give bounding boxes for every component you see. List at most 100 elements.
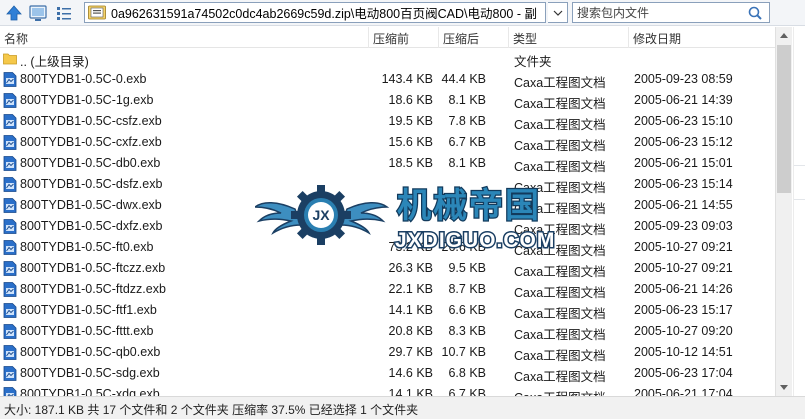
file-name: 800TYDB1-0.5C-ftdzz.exb [20, 282, 166, 296]
folder-icon [3, 53, 17, 65]
table-row[interactable]: 800TYDB1-0.5C-ftczz.exb 26.3 KB 9.5 KB C… [0, 258, 775, 279]
modified-date: 2005-10-27 09:20 [634, 324, 733, 338]
exb-file-icon [3, 198, 17, 213]
uncompressed-size: 29.7 KB [388, 345, 433, 359]
file-name: 800TYDB1-0.5C-fttt.exb [20, 324, 154, 338]
column-name[interactable]: 名称 [4, 30, 28, 47]
chevron-up-icon [780, 33, 788, 38]
compressed-size: 8.1 KB [448, 93, 486, 107]
exb-file-icon [3, 177, 17, 192]
compressed-size: 6.8 KB [448, 366, 486, 380]
modified-date: 2005-06-21 15:01 [634, 156, 733, 170]
file-name: 800TYDB1-0.5C-csfz.exb [20, 114, 162, 128]
column-uncompressed-size[interactable]: 压缩前 [373, 30, 409, 47]
divider [794, 165, 805, 166]
modified-date: 2005-09-23 09:03 [634, 219, 733, 233]
archive-window: 0a962631591a74502c0dc4ab2669c59d.zip\电动8… [0, 0, 805, 419]
file-type: Caxa工程图文档 [514, 349, 606, 363]
column-compressed-size[interactable]: 压缩后 [443, 30, 479, 47]
modified-date: 2005-06-23 15:10 [634, 114, 733, 128]
compressed-size: 8.1 KB [448, 156, 486, 170]
file-name: 800TYDB1-0.5C-0.exb [20, 72, 147, 86]
table-row[interactable]: 800TYDB1-0.5C-1g.exb 18.6 KB 8.1 KB Caxa… [0, 90, 775, 111]
column-modified-date[interactable]: 修改日期 [633, 30, 681, 47]
address-bar[interactable]: 0a962631591a74502c0dc4ab2669c59d.zip\电动8… [84, 2, 546, 23]
compressed-size: 44.4 KB [441, 72, 486, 86]
search-icon[interactable] [747, 5, 763, 21]
compressed-size: 9.5 KB [448, 261, 486, 275]
compressed-size: 8.3 KB [448, 324, 486, 338]
column-divider[interactable] [508, 27, 509, 48]
uncompressed-size: 18.5 KB [388, 156, 433, 170]
chevron-down-icon [553, 10, 562, 16]
vertical-scrollbar[interactable] [775, 27, 792, 396]
uncompressed-size: 26.3 KB [388, 261, 433, 275]
uncompressed-size: 22.1 KB [388, 282, 433, 296]
column-divider[interactable] [368, 27, 369, 48]
search-input[interactable] [573, 3, 743, 22]
up-arrow-icon[interactable] [4, 3, 24, 23]
column-divider[interactable] [438, 27, 439, 48]
uncompressed-size: 15.6 KB [388, 135, 433, 149]
uncompressed-size: 14.1 KB [388, 303, 433, 317]
scroll-down-button[interactable] [776, 379, 792, 396]
modified-date: 2005-09-23 08:59 [634, 72, 733, 86]
file-name: 800TYDB1-0.5C-ft0.exb [20, 240, 154, 254]
logo-badge-text: JX [312, 207, 330, 223]
watermark-logo: JX 机械帝国 JXDIGUO.COM [252, 177, 571, 254]
file-name: .. (上级目录) [20, 55, 89, 69]
modified-date: 2005-06-21 17:04 [634, 387, 733, 396]
table-row[interactable]: 800TYDB1-0.5C-fttt.exb 20.8 KB 8.3 KB Ca… [0, 321, 775, 342]
file-type: Caxa工程图文档 [514, 387, 606, 396]
file-type: Caxa工程图文档 [514, 286, 606, 300]
file-type: Caxa工程图文档 [514, 76, 606, 90]
exb-file-icon [3, 282, 17, 297]
scroll-up-button[interactable] [776, 27, 792, 44]
winged-gear-logo: JX 机械帝国 JXDIGUO.COM [252, 185, 556, 254]
column-divider[interactable] [628, 27, 629, 48]
address-dropdown-button[interactable] [548, 2, 568, 23]
file-name: 800TYDB1-0.5C-sdg.exb [20, 366, 160, 380]
exb-file-icon [3, 72, 17, 87]
desktop-icon[interactable] [28, 3, 48, 23]
uncompressed-size: 143.4 KB [381, 72, 433, 86]
table-row[interactable]: 800TYDB1-0.5C-0.exb 143.4 KB 44.4 KB Cax… [0, 69, 775, 90]
table-row[interactable]: 800TYDB1-0.5C-ftf1.exb 14.1 KB 6.6 KB Ca… [0, 300, 775, 321]
file-type: Caxa工程图文档 [514, 97, 606, 111]
table-row[interactable]: 800TYDB1-0.5C-csfz.exb 19.5 KB 7.8 KB Ca… [0, 111, 775, 132]
compressed-size: 8.7 KB [448, 282, 486, 296]
table-row[interactable]: .. (上级目录) 文件夹 [0, 48, 775, 69]
file-name: 800TYDB1-0.5C-ftf1.exb [20, 303, 157, 317]
file-type: Caxa工程图文档 [514, 370, 606, 384]
modified-date: 2005-06-23 15:17 [634, 303, 733, 317]
file-name: 800TYDB1-0.5C-dxfz.exb [20, 219, 163, 233]
uncompressed-size: 14.1 KB [388, 387, 433, 396]
exb-file-icon [3, 135, 17, 150]
list-view-icon[interactable] [54, 3, 74, 23]
address-path: 0a962631591a74502c0dc4ab2669c59d.zip\电动8… [111, 7, 537, 21]
file-type: Caxa工程图文档 [514, 307, 606, 321]
exb-file-icon [3, 261, 17, 276]
table-row[interactable]: 800TYDB1-0.5C-sdg.exb 14.6 KB 6.8 KB Cax… [0, 363, 775, 384]
scroll-thumb[interactable] [777, 45, 791, 193]
exb-file-icon [3, 219, 17, 234]
exb-file-icon [3, 114, 17, 129]
file-name: 800TYDB1-0.5C-1g.exb [20, 93, 154, 107]
table-row[interactable]: 800TYDB1-0.5C-db0.exb 18.5 KB 8.1 KB Cax… [0, 153, 775, 174]
column-type[interactable]: 类型 [513, 30, 537, 47]
file-type: Caxa工程图文档 [514, 328, 606, 342]
file-name: 800TYDB1-0.5C-db0.exb [20, 156, 161, 170]
file-type: Caxa工程图文档 [514, 160, 606, 174]
file-name: 800TYDB1-0.5C-ftczz.exb [20, 261, 166, 275]
search-box[interactable] [572, 2, 770, 23]
uncompressed-size: 18.6 KB [388, 93, 433, 107]
compressed-size: 10.7 KB [441, 345, 486, 359]
table-row[interactable]: 800TYDB1-0.5C-qb0.exb 29.7 KB 10.7 KB Ca… [0, 342, 775, 363]
table-row[interactable]: 800TYDB1-0.5C-ftdzz.exb 22.1 KB 8.7 KB C… [0, 279, 775, 300]
file-name: 800TYDB1-0.5C-cxfz.exb [20, 135, 162, 149]
table-row[interactable]: 800TYDB1-0.5C-cxfz.exb 15.6 KB 6.7 KB Ca… [0, 132, 775, 153]
file-type: Caxa工程图文档 [514, 265, 606, 279]
file-name: 800TYDB1-0.5C-qb0.exb [20, 345, 161, 359]
compressed-size: 6.6 KB [448, 303, 486, 317]
table-row[interactable]: 800TYDB1-0.5C-xdg.exb 14.1 KB 6.7 KB Cax… [0, 384, 775, 396]
